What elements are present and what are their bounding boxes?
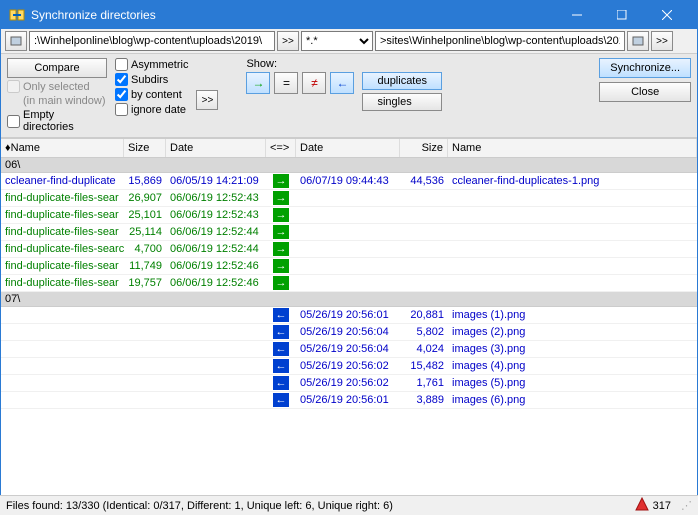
only-selected-sub: (in main window) [23,95,107,107]
path-bar: >> *.* >> [1,29,697,54]
file-row[interactable]: ←05/26/19 20:56:044,024images (3).png [1,341,697,358]
left-path-input[interactable] [29,31,275,51]
file-row[interactable]: find-duplicate-files-sear25,10106/06/19 … [1,207,697,224]
status-bar: Files found: 13/330 (Identical: 0/317, D… [0,495,698,515]
file-row[interactable]: ←05/26/19 20:56:0215,482images (4).png [1,358,697,375]
error-icon [635,497,649,514]
status-text: Files found: 13/330 (Identical: 0/317, D… [6,500,393,512]
status-count: 317 [653,500,671,512]
toolbar: Compare Only selected (in main window) E… [1,54,697,138]
left-drive-button[interactable] [5,31,27,51]
maximize-button[interactable] [599,1,644,29]
show-equal-button[interactable]: = [274,72,298,94]
resize-grip[interactable]: ⋰ [681,499,692,512]
close-button[interactable] [644,1,689,29]
compare-button[interactable]: Compare [7,58,107,78]
window-title: Synchronize directories [31,8,554,22]
filter-select[interactable]: *.* [301,31,373,51]
empty-dirs-checkbox[interactable]: Empty directories [7,109,107,133]
file-row[interactable]: ←05/26/19 20:56:013,889images (6).png [1,392,697,409]
file-row[interactable]: ←05/26/19 20:56:021,761images (5).png [1,375,697,392]
left-expand-button[interactable]: >> [277,31,299,51]
options-expand-button[interactable]: >> [196,90,218,110]
ignore-date-checkbox[interactable]: ignore date [115,103,188,116]
asymmetric-checkbox[interactable]: Asymmetric [115,58,188,71]
synchronize-button[interactable]: Synchronize... [599,58,691,78]
file-row[interactable]: ←05/26/19 20:56:045,802images (2).png [1,324,697,341]
subdirs-checkbox[interactable]: Subdirs [115,73,188,86]
file-row[interactable]: find-duplicate-files-searcl4,70006/06/19… [1,241,697,258]
file-row[interactable]: find-duplicate-files-sear19,75706/06/19 … [1,275,697,292]
show-not-equal-button[interactable]: ≠ [302,72,326,94]
right-expand-button[interactable]: >> [651,31,673,51]
file-row[interactable]: find-duplicate-files-sear25,11406/06/19 … [1,224,697,241]
right-path-input[interactable] [375,31,625,51]
duplicates-button[interactable]: duplicates [362,72,442,90]
titlebar[interactable]: Synchronize directories [1,1,697,29]
singles-button[interactable]: singles [362,93,442,111]
header-name-right[interactable]: Name [448,139,697,157]
only-selected-checkbox[interactable]: Only selected [7,80,107,93]
minimize-button[interactable] [554,1,599,29]
group-row[interactable]: 06\ [1,158,697,173]
show-right-arrow-button[interactable]: → [246,72,270,94]
file-row[interactable]: ccleaner-find-duplicate15,86906/05/19 14… [1,173,697,190]
header-direction[interactable]: <=> [266,139,296,157]
header-size-left[interactable]: Size [124,139,166,157]
file-grid[interactable]: 06\ccleaner-find-duplicate15,86906/05/19… [1,158,697,484]
file-row[interactable]: find-duplicate-files-sear11,74906/06/19 … [1,258,697,275]
show-left-arrow-button[interactable]: ← [330,72,354,94]
header-size-right[interactable]: Size [400,139,448,157]
file-row[interactable]: find-duplicate-files-sear26,90706/06/19 … [1,190,697,207]
right-drive-button[interactable] [627,31,649,51]
column-headers: ♦Name Size Date <=> Date Size Name [1,138,697,158]
by-content-checkbox[interactable]: by content [115,88,188,101]
header-date-right[interactable]: Date [296,139,400,157]
app-icon [9,7,25,23]
header-date-left[interactable]: Date [166,139,266,157]
file-row[interactable]: ←05/26/19 20:56:0120,881images (1).png [1,307,697,324]
show-label: Show: [246,58,354,70]
close-dialog-button[interactable]: Close [599,82,691,102]
group-row[interactable]: 07\ [1,292,697,307]
header-name-left[interactable]: ♦Name [1,139,124,157]
